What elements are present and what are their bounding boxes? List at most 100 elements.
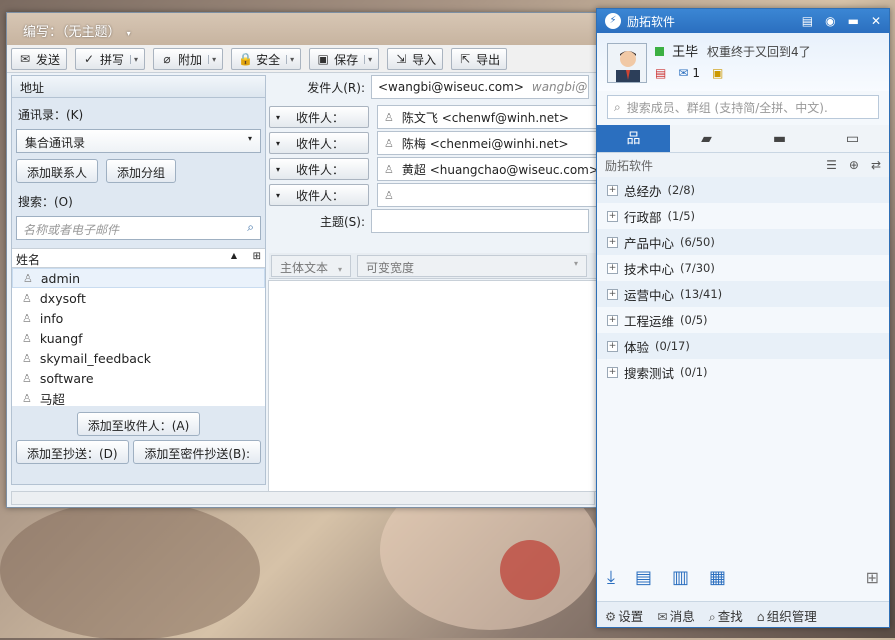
app-shortcuts: ⤓ ▤ ▥ ▦ ⊞ <box>607 563 879 591</box>
chevron-down-icon: ▾ <box>276 190 281 200</box>
list-item[interactable]: ♙ info <box>12 308 265 328</box>
contact-search-input[interactable]: 名称或者电子邮件 ⌕ <box>16 216 261 240</box>
locate-icon[interactable]: ⊕ <box>849 158 859 172</box>
add-to-recipients-button[interactable]: 添加至收件人：(A) <box>76 412 201 436</box>
toolbar-button-label: 拼写 <box>100 52 125 67</box>
mail-icon[interactable]: ✉ <box>678 66 688 80</box>
stats-icon[interactable]: ▥ <box>672 567 689 588</box>
org-group-item[interactable]: + 工程运维 (0/5) <box>597 307 889 333</box>
notes-icon[interactable]: ▦ <box>709 567 726 588</box>
drive-icon[interactable]: ▤ <box>635 567 652 588</box>
chevron-down-icon[interactable]: ▾ <box>208 54 216 64</box>
toolbar-button-5[interactable]: ⇲ 导入 <box>387 48 444 70</box>
chevron-down-icon[interactable]: ▾ <box>130 54 138 64</box>
close-icon[interactable]: ✕ <box>871 14 881 28</box>
download-icon[interactable]: ⤓ <box>607 567 615 588</box>
chevron-down-icon[interactable]: ▾ <box>286 54 294 64</box>
org-group-item[interactable]: + 总经办 (2/8) <box>597 177 889 203</box>
expand-icon[interactable]: + <box>607 184 618 196</box>
contacts-icon[interactable]: ▣ <box>712 66 723 80</box>
org-group-item[interactable]: + 搜索测试 (0/1) <box>597 359 889 385</box>
sort-asc-icon[interactable]: ▲ <box>231 251 237 260</box>
user-signature[interactable]: 权重终于又回到4了 <box>707 43 811 60</box>
expand-icon[interactable]: + <box>607 340 618 352</box>
skin-icon[interactable]: ◉ <box>825 14 835 28</box>
toolbar-button-6[interactable]: ⇱ 导出 <box>451 48 508 70</box>
org-group-item[interactable]: + 技术中心 (7/30) <box>597 255 889 281</box>
name-column-header[interactable]: 姓名 <box>16 253 40 267</box>
user-name: 王毕 <box>672 45 699 60</box>
expand-icon[interactable]: + <box>607 288 618 300</box>
minimize-icon[interactable]: ▬ <box>848 14 859 28</box>
add-to-bcc-button[interactable]: 添加至密件抄送(B): <box>133 440 261 464</box>
expand-icon[interactable]: + <box>607 236 618 248</box>
list-item[interactable]: ♙ 马超 <box>12 388 265 408</box>
list-view-icon[interactable]: ☰ <box>826 158 837 172</box>
toolbar-button-4[interactable]: ▣ 保存 ▾ <box>309 48 380 70</box>
list-item[interactable]: ♙ admin <box>12 268 265 288</box>
menu-icon[interactable]: ▤ <box>802 14 813 28</box>
from-field[interactable]: <wangbi@wiseuc.com> wangbi@wiseuc.com <box>371 75 589 99</box>
tab-chat[interactable]: ▰ <box>670 125 743 152</box>
addressbook-select[interactable]: 集合通讯录 ▾ <box>16 129 261 153</box>
recipient-type-select[interactable]: ▾ 收件人： <box>269 184 369 206</box>
org-group-item[interactable]: + 行政部 (1/5) <box>597 203 889 229</box>
list-item[interactable]: ♙ kuangf <box>12 328 265 348</box>
online-status-icon[interactable] <box>655 47 664 56</box>
refresh-icon[interactable]: ⇄ <box>871 158 881 172</box>
list-item[interactable]: ♙ dxysoft <box>12 288 265 308</box>
org-group-item[interactable]: + 运营中心 (13/41) <box>597 281 889 307</box>
paragraph-format-select[interactable]: 主体文本 ▾ <box>271 255 352 277</box>
add-contact-button[interactable]: 添加联系人 <box>16 159 99 183</box>
list-item[interactable]: ♙ software <box>12 368 265 388</box>
contacts-panel: 地址 通讯录：(K) 集合通讯录 ▾ 添加联系人 添加分组 搜索：(O) 名称或… <box>11 75 266 485</box>
font-select[interactable]: 可变宽度 ▾ <box>357 255 588 277</box>
search-icon[interactable]: ⌕ <box>247 220 254 235</box>
expand-icon[interactable]: + <box>607 210 618 222</box>
subject-input[interactable] <box>371 209 589 233</box>
app-grid-icon[interactable]: ⊞ <box>866 568 879 587</box>
contact-list-header[interactable]: 姓名 ▲ ⊞ <box>12 248 265 268</box>
tab-notice[interactable]: ▭ <box>816 125 889 152</box>
save-icon: ▣ <box>317 52 329 66</box>
recipient-field[interactable]: ♙ 陈文飞 <chenwf@winh.net> <box>377 105 597 129</box>
add-to-cc-button[interactable]: 添加至抄送：(D) <box>16 440 129 464</box>
recipient-type-select[interactable]: ▾ 收件人： <box>269 106 369 128</box>
footer-find-button[interactable]: ⌕ 查找 <box>709 606 743 624</box>
recipient-field[interactable]: ♙ <box>377 183 597 207</box>
toolbar-button-1[interactable]: ✓ 拼写 ▾ <box>75 48 146 70</box>
expand-icon[interactable]: + <box>607 366 618 378</box>
footer-settings-button[interactable]: ⚙ 设置 <box>605 606 644 624</box>
im-search-input[interactable]: ⌕ 搜索成员、群组 (支持简/全拼、中文). <box>607 95 879 119</box>
person-icon: ♙ <box>22 351 32 365</box>
toolbar-button-2[interactable]: ⌀ 附加 ▾ <box>153 48 224 70</box>
recipient-value: 陈文飞 <chenwf@winh.net> <box>401 110 569 125</box>
lock-icon: 🔒 <box>238 52 254 66</box>
contact-card-icon[interactable]: ▤ <box>655 66 666 80</box>
org-group-item[interactable]: + 体验 (0/17) <box>597 333 889 359</box>
tab-message[interactable]: ▬ <box>743 125 816 152</box>
toolbar-button-3[interactable]: 🔒 安全 ▾ <box>231 48 302 70</box>
avatar[interactable] <box>607 43 647 83</box>
message-body-editor[interactable] <box>268 280 599 492</box>
tab-org-tree[interactable]: 品 <box>597 125 670 152</box>
expand-icon[interactable]: + <box>607 262 618 274</box>
bg-blur-2 <box>0 500 260 640</box>
subject-label: 主题(S): <box>319 214 365 229</box>
column-picker-icon[interactable]: ⊞ <box>253 251 261 262</box>
footer-label: 组织管理 <box>766 609 817 624</box>
recipient-field[interactable]: ♙ 陈梅 <chenmei@winhi.net> <box>377 131 597 155</box>
footer-messages-button[interactable]: ✉ 消息 <box>657 606 695 624</box>
recipient-field[interactable]: ♙ 黄超 <huangchao@wiseuc.com> <box>377 157 597 181</box>
add-group-button[interactable]: 添加分组 <box>106 159 177 183</box>
list-item[interactable]: ♙ skymail_feedback <box>12 348 265 368</box>
recipient-type-select[interactable]: ▾ 收件人： <box>269 132 369 154</box>
recipient-type-select[interactable]: ▾ 收件人： <box>269 158 369 180</box>
footer-org-manage-button[interactable]: ⌂ 组织管理 <box>757 606 817 624</box>
footer-label: 设置 <box>618 609 644 624</box>
org-group-item[interactable]: + 产品中心 (6/50) <box>597 229 889 255</box>
toolbar-button-0[interactable]: ✉ 发送 <box>11 48 68 70</box>
title-dropdown-icon[interactable]: ▾ <box>127 29 131 38</box>
chevron-down-icon[interactable]: ▾ <box>364 54 372 64</box>
expand-icon[interactable]: + <box>607 314 618 326</box>
